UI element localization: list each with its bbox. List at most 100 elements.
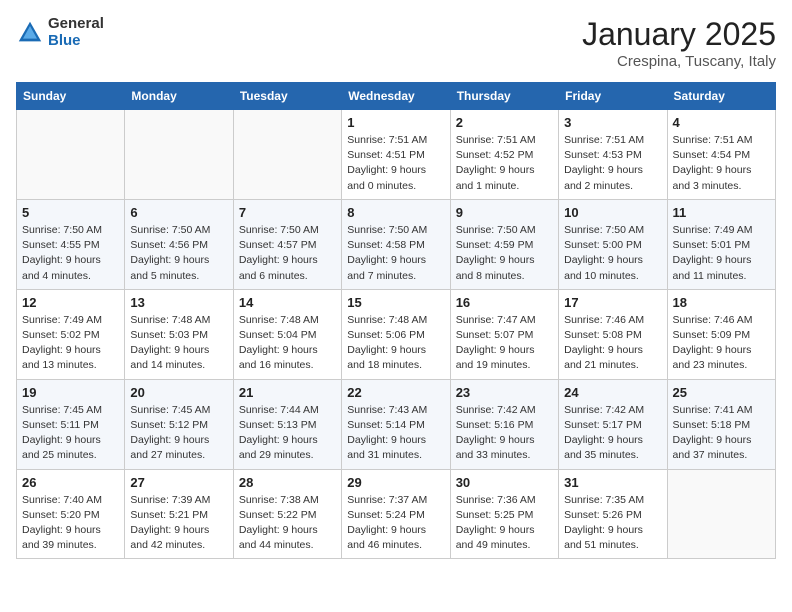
day-number: 12 (22, 295, 119, 310)
calendar-cell: 27 Sunrise: 7:39 AM Sunset: 5:21 PM Dayli… (125, 469, 233, 559)
day-number: 10 (564, 205, 661, 220)
day-number: 9 (456, 205, 553, 220)
day-number: 30 (456, 475, 553, 490)
logo-icon (16, 19, 44, 47)
col-header-thursday: Thursday (450, 83, 558, 110)
day-info: Sunrise: 7:40 AM Sunset: 5:20 PM Dayligh… (22, 493, 119, 554)
day-info: Sunrise: 7:38 AM Sunset: 5:22 PM Dayligh… (239, 493, 336, 554)
calendar-subtitle: Crespina, Tuscany, Italy (582, 53, 776, 70)
day-number: 28 (239, 475, 336, 490)
calendar-cell: 2 Sunrise: 7:51 AM Sunset: 4:52 PM Daylig… (450, 110, 558, 200)
day-number: 22 (347, 385, 444, 400)
calendar-cell: 1 Sunrise: 7:51 AM Sunset: 4:51 PM Daylig… (342, 110, 450, 200)
calendar-cell: 25 Sunrise: 7:41 AM Sunset: 5:18 PM Dayli… (667, 379, 775, 469)
calendar-week-row: 19Sunrise: 7:45 AM Sunset: 5:11 PM Dayli… (17, 379, 776, 469)
day-info: Sunrise: 7:51 AM Sunset: 4:52 PM Dayligh… (456, 133, 553, 194)
col-header-tuesday: Tuesday (233, 83, 341, 110)
day-info: Sunrise: 7:51 AM Sunset: 4:53 PM Dayligh… (564, 133, 661, 194)
calendar-cell: 5 Sunrise: 7:50 AM Sunset: 4:55 PM Daylig… (17, 199, 125, 289)
day-info: Sunrise: 7:50 AM Sunset: 5:00 PM Dayligh… (564, 223, 661, 284)
day-number: 1 (347, 115, 444, 130)
day-number: 11 (673, 205, 770, 220)
title-block: January 2025 Crespina, Tuscany, Italy (582, 16, 776, 70)
calendar-title: January 2025 (582, 16, 776, 53)
day-info: Sunrise: 7:50 AM Sunset: 4:56 PM Dayligh… (130, 223, 227, 284)
calendar-week-row: 12 Sunrise: 7:49 AM Sunset: 5:02 PM Dayli… (17, 289, 776, 379)
calendar-week-row: 5 Sunrise: 7:50 AM Sunset: 4:55 PM Daylig… (17, 199, 776, 289)
day-info: Sunrise: 7:48 AM Sunset: 5:04 PM Dayligh… (239, 313, 336, 374)
calendar-cell (125, 110, 233, 200)
day-number: 3 (564, 115, 661, 130)
day-number: 13 (130, 295, 227, 310)
col-header-sunday: Sunday (17, 83, 125, 110)
calendar-cell (17, 110, 125, 200)
calendar-cell: 12 Sunrise: 7:49 AM Sunset: 5:02 PM Dayli… (17, 289, 125, 379)
day-info: Sunrise: 7:42 AM Sunset: 5:17 PM Dayligh… (564, 403, 661, 464)
calendar-cell: 4 Sunrise: 7:51 AM Sunset: 4:54 PM Daylig… (667, 110, 775, 200)
calendar-cell: 23 Sunrise: 7:42 AM Sunset: 5:16 PM Dayli… (450, 379, 558, 469)
day-number: 21 (239, 385, 336, 400)
calendar-cell: 18 Sunrise: 7:46 AM Sunset: 5:09 PM Dayli… (667, 289, 775, 379)
day-number: 18 (673, 295, 770, 310)
day-number: 26 (22, 475, 119, 490)
day-number: 25 (673, 385, 770, 400)
calendar-cell: 8 Sunrise: 7:50 AM Sunset: 4:58 PM Daylig… (342, 199, 450, 289)
day-info: Sunrise: 7:45 AM Sunset: 5:12 PM Dayligh… (130, 403, 227, 464)
calendar-cell: 6 Sunrise: 7:50 AM Sunset: 4:56 PM Daylig… (125, 199, 233, 289)
day-number: 14 (239, 295, 336, 310)
day-number: 7 (239, 205, 336, 220)
day-info: Sunrise: 7:44 AM Sunset: 5:13 PM Dayligh… (239, 403, 336, 464)
day-info: Sunrise: 7:50 AM Sunset: 4:58 PM Dayligh… (347, 223, 444, 284)
day-number: 15 (347, 295, 444, 310)
day-number: 8 (347, 205, 444, 220)
logo-blue: Blue (48, 33, 104, 50)
day-number: 23 (456, 385, 553, 400)
day-info: Sunrise: 7:49 AM Sunset: 5:02 PM Dayligh… (22, 313, 119, 374)
day-info: Sunrise: 7:45 AM Sunset: 5:11 PM Dayligh… (22, 403, 119, 464)
day-info: Sunrise: 7:50 AM Sunset: 4:59 PM Dayligh… (456, 223, 553, 284)
calendar-cell: 13 Sunrise: 7:48 AM Sunset: 5:03 PM Dayli… (125, 289, 233, 379)
day-number: 29 (347, 475, 444, 490)
day-info: Sunrise: 7:51 AM Sunset: 4:51 PM Dayligh… (347, 133, 444, 194)
day-info: Sunrise: 7:50 AM Sunset: 4:55 PM Dayligh… (22, 223, 119, 284)
calendar-cell: 29Sunrise: 7:37 AM Sunset: 5:24 PM Dayli… (342, 469, 450, 559)
day-info: Sunrise: 7:41 AM Sunset: 5:18 PM Dayligh… (673, 403, 770, 464)
day-number: 6 (130, 205, 227, 220)
day-info: Sunrise: 7:50 AM Sunset: 4:57 PM Dayligh… (239, 223, 336, 284)
day-number: 4 (673, 115, 770, 130)
logo: General Blue (16, 16, 104, 49)
day-number: 27 (130, 475, 227, 490)
col-header-monday: Monday (125, 83, 233, 110)
day-info: Sunrise: 7:51 AM Sunset: 4:54 PM Dayligh… (673, 133, 770, 194)
calendar-cell: 19Sunrise: 7:45 AM Sunset: 5:11 PM Dayli… (17, 379, 125, 469)
calendar-header-row: SundayMondayTuesdayWednesdayThursdayFrid… (17, 83, 776, 110)
calendar-week-row: 1 Sunrise: 7:51 AM Sunset: 4:51 PM Daylig… (17, 110, 776, 200)
calendar-cell: 16 Sunrise: 7:47 AM Sunset: 5:07 PM Dayli… (450, 289, 558, 379)
calendar-cell: 3 Sunrise: 7:51 AM Sunset: 4:53 PM Daylig… (559, 110, 667, 200)
day-info: Sunrise: 7:43 AM Sunset: 5:14 PM Dayligh… (347, 403, 444, 464)
day-number: 24 (564, 385, 661, 400)
day-info: Sunrise: 7:47 AM Sunset: 5:07 PM Dayligh… (456, 313, 553, 374)
calendar-table: SundayMondayTuesdayWednesdayThursdayFrid… (16, 82, 776, 559)
day-number: 2 (456, 115, 553, 130)
calendar-cell: 21 Sunrise: 7:44 AM Sunset: 5:13 PM Dayli… (233, 379, 341, 469)
day-info: Sunrise: 7:42 AM Sunset: 5:16 PM Dayligh… (456, 403, 553, 464)
calendar-cell: 15Sunrise: 7:48 AM Sunset: 5:06 PM Dayli… (342, 289, 450, 379)
day-info: Sunrise: 7:49 AM Sunset: 5:01 PM Dayligh… (673, 223, 770, 284)
calendar-cell: 11 Sunrise: 7:49 AM Sunset: 5:01 PM Dayli… (667, 199, 775, 289)
calendar-cell: 26 Sunrise: 7:40 AM Sunset: 5:20 PM Dayli… (17, 469, 125, 559)
calendar-cell: 22 Sunrise: 7:43 AM Sunset: 5:14 PM Dayli… (342, 379, 450, 469)
logo-text: General Blue (48, 16, 104, 49)
day-number: 16 (456, 295, 553, 310)
calendar-cell (667, 469, 775, 559)
day-number: 17 (564, 295, 661, 310)
col-header-saturday: Saturday (667, 83, 775, 110)
day-info: Sunrise: 7:36 AM Sunset: 5:25 PM Dayligh… (456, 493, 553, 554)
calendar-cell (233, 110, 341, 200)
day-info: Sunrise: 7:48 AM Sunset: 5:03 PM Dayligh… (130, 313, 227, 374)
calendar-cell: 31Sunrise: 7:35 AM Sunset: 5:26 PM Dayli… (559, 469, 667, 559)
day-info: Sunrise: 7:46 AM Sunset: 5:09 PM Dayligh… (673, 313, 770, 374)
day-info: Sunrise: 7:39 AM Sunset: 5:21 PM Dayligh… (130, 493, 227, 554)
calendar-cell: 14 Sunrise: 7:48 AM Sunset: 5:04 PM Dayli… (233, 289, 341, 379)
day-number: 5 (22, 205, 119, 220)
